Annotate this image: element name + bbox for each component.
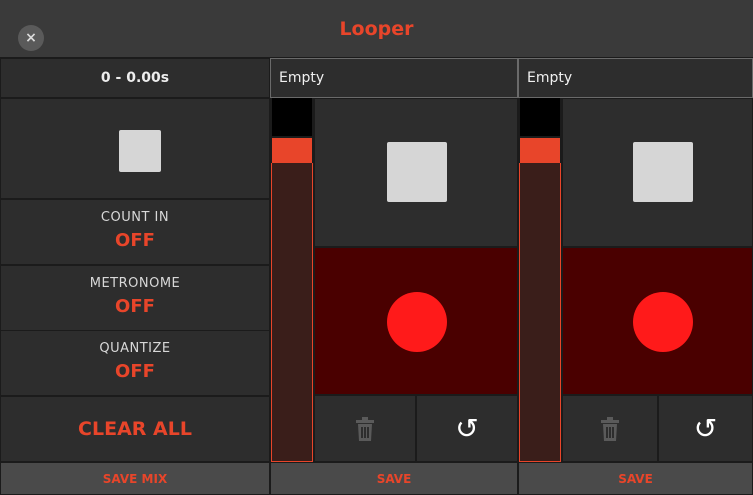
clear-all-button[interactable]: CLEAR ALL	[0, 396, 270, 462]
quantize-label: QUANTIZE	[99, 341, 171, 356]
metronome-value: OFF	[115, 296, 155, 317]
track-2-fader-fill	[519, 163, 561, 462]
stop-icon	[119, 130, 161, 172]
track-2-record-button[interactable]	[562, 247, 753, 395]
stop-icon	[633, 142, 693, 202]
metronome-toggle[interactable]: METRONOME OFF	[0, 265, 270, 331]
record-icon	[633, 292, 693, 352]
record-icon	[387, 292, 447, 352]
time-display: 0 - 0.00s	[0, 58, 270, 98]
count-in-label: COUNT IN	[100, 210, 170, 225]
track-2-fader-handle[interactable]	[520, 138, 560, 163]
track-2-delete-button[interactable]	[562, 395, 658, 462]
quantize-toggle[interactable]: QUANTIZE OFF	[0, 330, 270, 396]
track-2-name: Empty	[518, 58, 753, 98]
stop-icon	[387, 142, 447, 202]
undo-icon: ↺	[693, 412, 718, 445]
track-1-stop-button[interactable]	[314, 98, 518, 247]
track-1-record-button[interactable]	[314, 247, 518, 395]
metronome-label: METRONOME	[89, 276, 181, 291]
track-2-save-button[interactable]: SAVE	[518, 462, 753, 495]
track-2-fader-top	[520, 98, 560, 136]
track-1-fader-handle[interactable]	[272, 138, 312, 163]
trash-icon	[356, 416, 374, 441]
track-1-name: Empty	[270, 58, 518, 98]
track-1-fader-fill	[271, 163, 313, 462]
count-in-toggle[interactable]: COUNT IN OFF	[0, 199, 270, 265]
track-1-fader-top	[272, 98, 312, 136]
master-stop-button[interactable]	[0, 98, 270, 199]
trash-icon	[601, 416, 619, 441]
window-title: Looper	[339, 18, 414, 40]
count-in-value: OFF	[115, 230, 155, 251]
track-2-undo-button[interactable]: ↺	[658, 395, 753, 462]
quantize-value: OFF	[115, 361, 155, 382]
close-button[interactable]: ×	[18, 25, 44, 51]
undo-icon: ↺	[455, 412, 479, 445]
track-1-delete-button[interactable]	[314, 395, 416, 462]
save-mix-button[interactable]: SAVE MIX	[0, 462, 270, 495]
close-icon: ×	[25, 30, 37, 46]
track-2-stop-button[interactable]	[562, 98, 753, 247]
track-1-undo-button[interactable]: ↺	[416, 395, 518, 462]
track-1-save-button[interactable]: SAVE	[270, 462, 518, 495]
